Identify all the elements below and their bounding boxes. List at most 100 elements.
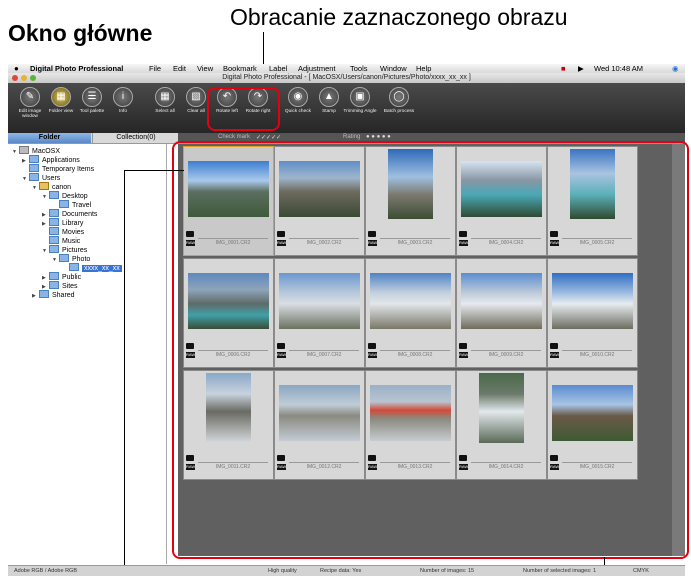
folder-icon	[29, 164, 39, 172]
folder-icon	[49, 191, 59, 199]
collapsed-arrow-icon: ▶	[32, 293, 36, 299]
menu-bookmark[interactable]: Bookmark	[223, 64, 257, 73]
menu-edit[interactable]: Edit	[173, 64, 186, 73]
folder-icon	[59, 254, 69, 262]
menu-label[interactable]: Label	[269, 64, 287, 73]
folder-tree: ▼ MacOSX ▶ Applications Temporary Items ▼ U…	[8, 144, 167, 564]
tree-item-label: Desktop	[62, 193, 88, 200]
tab-folder[interactable]: Folder	[8, 133, 91, 143]
tree-item-label: Library	[62, 220, 84, 227]
info-icon: i	[113, 87, 133, 107]
menubar-clock[interactable]: Wed 10:48 AM	[594, 64, 643, 73]
edit-image-window-label: Edit image window	[18, 109, 42, 119]
spotlight-icon[interactable]: ◉	[672, 64, 679, 73]
window-titlebar: Digital Photo Professional - [ MacOSX/Us…	[8, 73, 685, 83]
batch-process-icon: ◯	[389, 87, 409, 107]
tree-item-label: xxxx_xx_xx	[82, 265, 122, 272]
menu-view[interactable]: View	[197, 64, 213, 73]
tree-item-label: Movies	[62, 229, 85, 236]
tab-collection[interactable]: Collection(0)	[92, 133, 179, 143]
folder-icon	[49, 272, 59, 280]
folder-icon	[49, 209, 59, 217]
quick-check-label: Quick check	[284, 109, 312, 114]
volume-icon[interactable]: ▶	[578, 64, 584, 73]
close-icon[interactable]	[12, 75, 18, 81]
folder-icon	[29, 173, 39, 181]
menu-adjustment[interactable]: Adjustment	[298, 64, 336, 73]
folder-icon	[49, 227, 59, 235]
folder-view-icon: ▦	[51, 87, 71, 107]
check-mark-label: Check mark	[218, 134, 251, 140]
expanded-arrow-icon: ▼	[42, 194, 47, 200]
info-button[interactable]: i Info	[105, 87, 141, 114]
clear-all-icon: ▧	[186, 87, 206, 107]
status-num-images: Number of images: 15	[420, 568, 475, 574]
expanded-arrow-icon: ▼	[12, 149, 17, 155]
caption-rotate: Obracanie zaznaczonego obrazu	[230, 4, 568, 30]
batch-process-button[interactable]: ◯ Batch process	[381, 87, 417, 114]
tree-item-label: Shared	[52, 292, 75, 299]
expanded-arrow-icon: ▼	[42, 248, 47, 254]
home-icon	[39, 182, 49, 190]
tree-item-label: canon	[52, 184, 72, 191]
select-all-icon: ▦	[155, 87, 175, 107]
window-title: Digital Photo Professional - [ MacOSX/Us…	[222, 74, 471, 81]
folder-icon	[39, 290, 49, 298]
rotate-highlight-box	[207, 87, 280, 131]
trimming-angle-button[interactable]: ▣ Trimming Angle	[342, 87, 378, 114]
info-label: Info	[118, 109, 127, 114]
rating-label: Rating	[343, 134, 361, 140]
zoom-icon[interactable]	[30, 75, 36, 81]
tool-palette-label: Tool palette	[79, 109, 105, 114]
menu-tools[interactable]: Tools	[350, 64, 368, 73]
rating-dots-icon[interactable]: ● ● ● ● ●	[366, 134, 391, 140]
status-quality: High quality	[268, 568, 297, 574]
caption-main-window: Okno główne	[8, 20, 153, 46]
tree-item-shared[interactable]: ▶ Shared	[32, 290, 75, 301]
flag-icon[interactable]: ■	[561, 64, 566, 73]
quick-check-icon: ◉	[288, 87, 308, 107]
tree-item-label: Pictures	[62, 247, 88, 254]
apple-icon[interactable]: ●	[14, 64, 19, 73]
tree-item-label: Travel	[72, 202, 92, 209]
folder-icon	[29, 155, 39, 163]
disk-icon	[19, 146, 29, 154]
tree-item-label: Public	[62, 274, 82, 281]
folder-icon	[49, 236, 59, 244]
tree-item-label: Photo	[72, 256, 91, 263]
callout-line-sidebar	[124, 170, 125, 575]
clear-all-label: Clear all	[187, 109, 205, 114]
menu-help[interactable]: Help	[416, 64, 431, 73]
callout-line-sidebar-h	[124, 170, 184, 171]
expanded-arrow-icon: ▼	[22, 176, 27, 182]
tree-item-label: Sites	[62, 283, 78, 290]
menu-window[interactable]: Window	[380, 64, 407, 73]
check-mark-icons[interactable]: ✓✓✓✓✓	[256, 134, 281, 141]
folder-icon	[49, 218, 59, 226]
tree-item-label: Applications	[42, 157, 80, 164]
minimize-icon[interactable]	[21, 75, 27, 81]
status-cmyk: CMYK	[633, 568, 649, 574]
tree-item-label: MacOSX	[32, 148, 61, 155]
status-bar: Adobe RGB / Adobe RGB High quality Recip…	[8, 565, 685, 576]
trimming-angle-icon: ▣	[350, 87, 370, 107]
folder-view-label: Folder view	[48, 109, 74, 114]
expanded-arrow-icon: ▼	[32, 185, 37, 191]
folder-icon	[69, 263, 79, 271]
status-color-space: Adobe RGB / Adobe RGB	[14, 568, 77, 574]
folder-icon	[59, 200, 69, 208]
tree-item-label: Temporary Items	[42, 166, 95, 173]
status-num-selected: Number of selected images: 1	[523, 568, 597, 574]
folder-icon	[49, 281, 59, 289]
trimming-angle-label: Trimming Angle	[343, 109, 377, 114]
tree-item-label: Documents	[62, 211, 98, 218]
stamp-label: Stamp	[322, 109, 336, 114]
edit-image-window-icon: ✎	[20, 87, 40, 107]
menu-file[interactable]: File	[149, 64, 161, 73]
batch-process-label: Batch process	[383, 109, 415, 114]
select-all-label: Select all	[155, 109, 175, 114]
menu-app-name[interactable]: Digital Photo Professional	[30, 64, 123, 73]
stamp-icon: ▲	[319, 87, 339, 107]
tool-palette-icon: ☰	[82, 87, 102, 107]
tree-item-label: Music	[62, 238, 81, 245]
